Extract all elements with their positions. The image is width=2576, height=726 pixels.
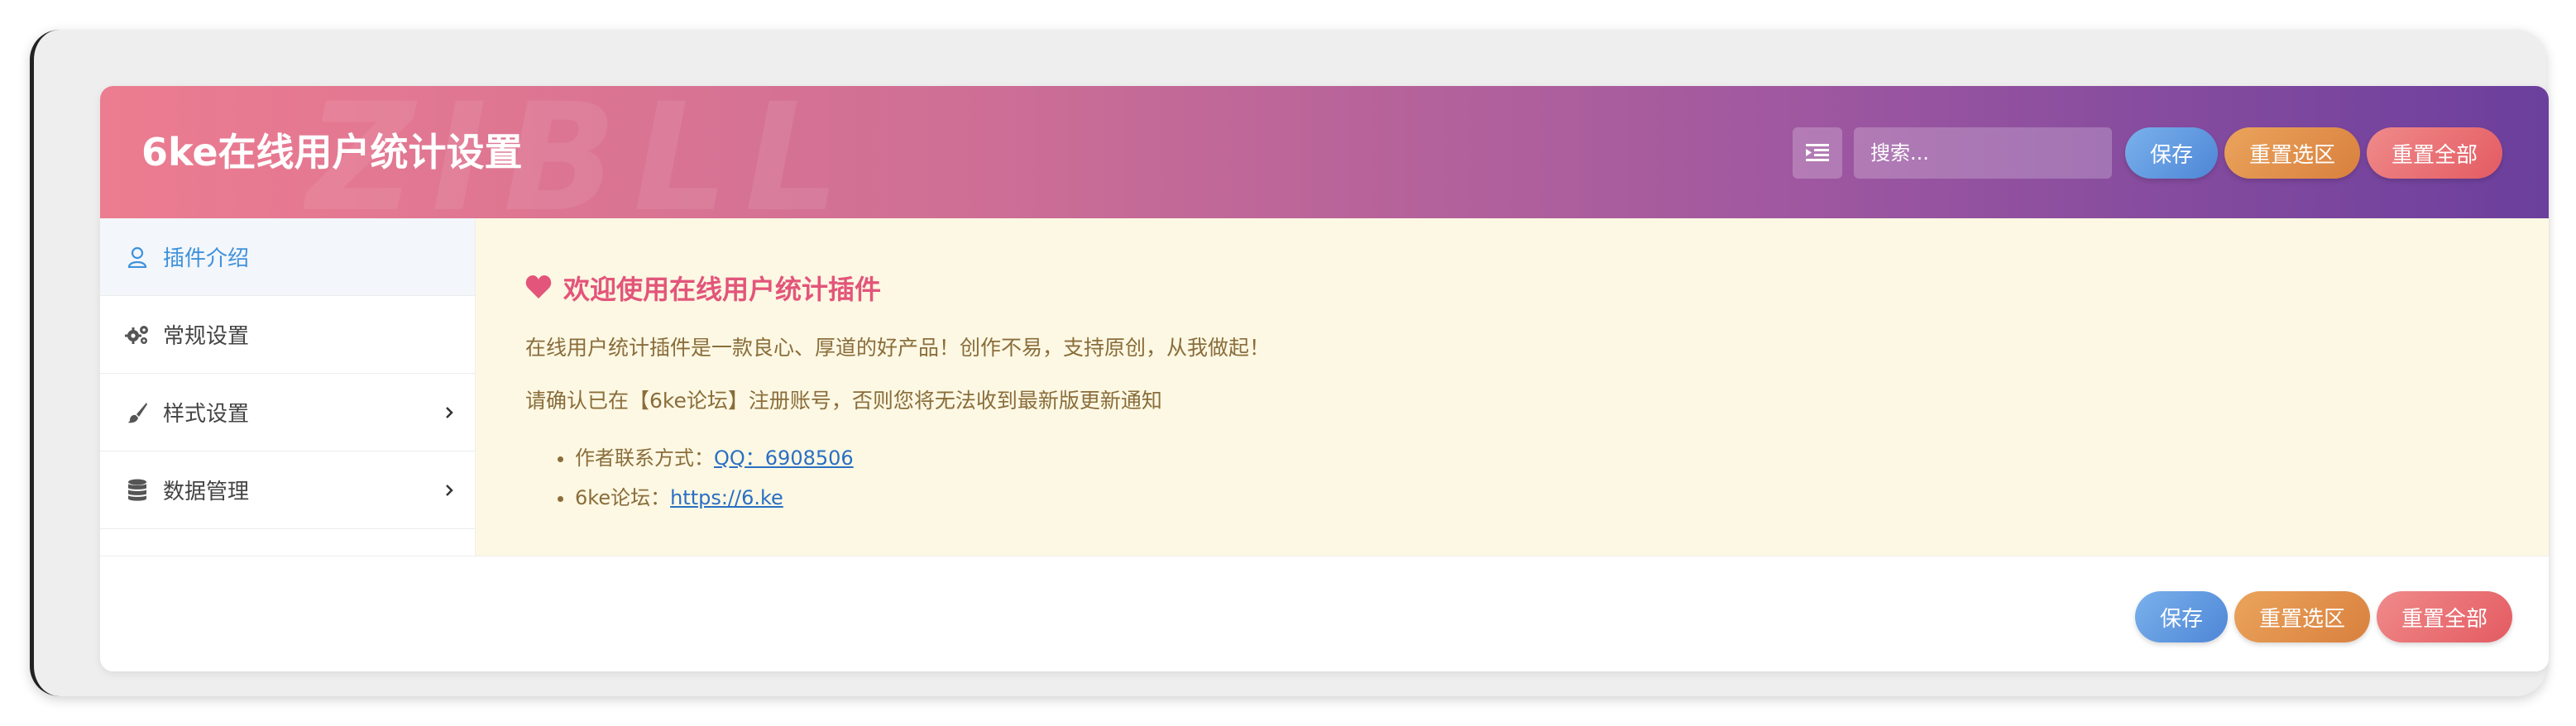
header-reset-all-button[interactable]: 重置全部 [2366, 127, 2502, 179]
page-title: 6ke在线用户统计设置 [141, 130, 523, 174]
welcome-title: 欢迎使用在线用户统计插件 [563, 274, 882, 305]
register-notice: 请确认已在【6ke论坛】注册账号，否则您将无法收到最新版更新通知 [525, 389, 1162, 413]
welcome-heading: 欢迎使用在线用户统计插件 [525, 271, 2499, 305]
sidebar-item-general[interactable]: 常规设置 [100, 296, 475, 374]
list-indent-icon [1805, 144, 1829, 161]
header-reset-section-button[interactable]: 重置选区 [2224, 127, 2360, 179]
user-icon [125, 245, 150, 270]
sidebar-item-data[interactable]: 数据管理 [100, 451, 475, 529]
sidebar-item-label: 数据管理 [163, 480, 250, 504]
list-item: 6ke论坛：https://6.ke [575, 478, 2499, 518]
sidebar-item-intro[interactable]: 插件介绍 [100, 218, 475, 296]
window-frame: ZIBLL 6ke在线用户统计设置 保存 重置选区 重置全部 [30, 30, 2549, 696]
footer-reset-section-button[interactable]: 重置选区 [2234, 591, 2370, 642]
list-item: 作者联系方式：QQ：6908506 [575, 438, 2499, 478]
contact-list: 作者联系方式：QQ：6908506 6ke论坛：https://6.ke [525, 438, 2499, 518]
footer-save-button[interactable]: 保存 [2134, 591, 2228, 642]
forum-label: 6ke论坛： [575, 486, 671, 509]
database-icon [125, 478, 150, 503]
forum-link[interactable]: https://6.ke [670, 486, 783, 509]
sidebar-item-label: 常规设置 [163, 324, 250, 349]
footer-reset-all-button[interactable]: 重置全部 [2376, 591, 2512, 642]
header-toolbar: 保存 重置选区 重置全部 [1792, 127, 2502, 179]
gears-icon [125, 322, 150, 347]
contact-label: 作者联系方式： [575, 447, 714, 470]
sidebar-item-label: 插件介绍 [163, 246, 250, 271]
sidebar-item-style[interactable]: 样式设置 [100, 374, 475, 451]
expand-all-button[interactable] [1792, 127, 1842, 179]
intro-content: 欢迎使用在线用户统计插件 在线用户统计插件是一款良心、厚道的好产品！创作不易，支… [476, 218, 2549, 556]
settings-panel: ZIBLL 6ke在线用户统计设置 保存 重置选区 重置全部 [100, 86, 2549, 671]
sidebar-nav: 插件介绍 常规设置 样式设置 数据管理 [100, 218, 476, 556]
sidebar-item-label: 样式设置 [163, 402, 250, 427]
heart-icon [525, 275, 552, 301]
qq-link[interactable]: QQ：6908506 [714, 447, 854, 470]
intro-paragraph: 在线用户统计插件是一款良心、厚道的好产品！创作不易，支持原创，从我做起！ [525, 336, 1271, 360]
footer-toolbar: 保存 重置选区 重置全部 [2134, 591, 2512, 642]
chevron-right-icon [445, 482, 457, 499]
chevron-right-icon [445, 404, 457, 421]
header: ZIBLL 6ke在线用户统计设置 保存 重置选区 重置全部 [100, 86, 2549, 233]
paint-brush-icon [125, 400, 150, 425]
footer-bar: 保存 重置选区 重置全部 [100, 556, 2549, 671]
search-input[interactable] [1853, 127, 2112, 179]
header-save-button[interactable]: 保存 [2124, 127, 2218, 179]
